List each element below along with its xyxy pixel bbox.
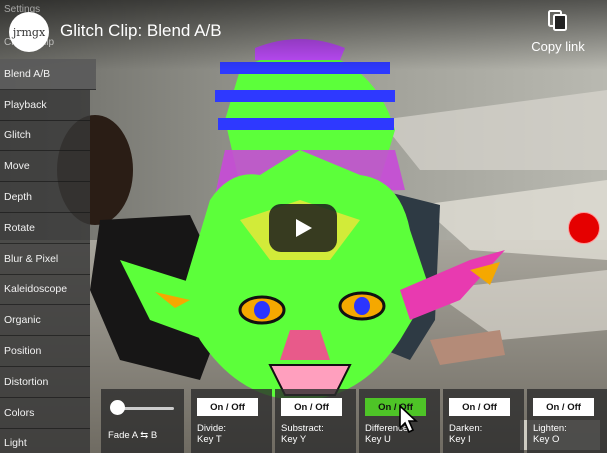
menu-item-blur-pixel[interactable]: Blur & Pixel bbox=[0, 243, 90, 275]
menu-item-playback[interactable]: Playback bbox=[0, 89, 90, 121]
menu-item-distortion[interactable]: Distortion bbox=[0, 366, 90, 398]
blend-mode-divide: On / Off Divide: Key T bbox=[191, 389, 272, 453]
menu-item-label: Colors bbox=[4, 406, 35, 419]
menu-item-label: Light bbox=[4, 437, 27, 450]
blend-name: Divide: bbox=[197, 423, 227, 434]
menu-item-depth[interactable]: Depth bbox=[0, 182, 90, 213]
menu-item-label: Depth bbox=[4, 191, 33, 204]
menu-item-light[interactable]: Light bbox=[0, 428, 90, 453]
copy-link-button[interactable]: Copy link bbox=[520, 10, 596, 56]
blend-toggle-button[interactable]: On / Off bbox=[197, 398, 258, 416]
menu-header: Create Clip bbox=[4, 37, 55, 48]
copy-link-label: Copy link bbox=[531, 39, 585, 54]
menu-item-label: Glitch bbox=[4, 129, 31, 142]
blend-label: Darken: Key I bbox=[449, 423, 482, 445]
menu-item-organic[interactable]: Organic bbox=[0, 305, 90, 337]
menu-item-glitch[interactable]: Glitch bbox=[0, 120, 90, 152]
blend-label: Divide: Key T bbox=[197, 423, 226, 445]
blend-mode-substract: On / Off Substract: Key Y bbox=[275, 389, 356, 453]
blend-name: Lighten: bbox=[533, 423, 567, 434]
blend-toggle-button[interactable]: On / Off bbox=[281, 398, 342, 416]
menu-item-label: Distortion bbox=[4, 375, 49, 388]
menu-item-label: Kaleidoscope bbox=[4, 283, 68, 296]
video-title[interactable]: Glitch Clip: Blend A/B bbox=[60, 21, 222, 41]
blend-label: Lighten: Key O bbox=[533, 423, 567, 445]
menu-item-kaleidoscope[interactable]: Kaleidoscope bbox=[0, 274, 90, 306]
menu-item-label: Blur & Pixel bbox=[4, 252, 59, 265]
blend-key: Key Y bbox=[281, 434, 307, 445]
blend-mode-lighten: On / Off Lighten: Key O bbox=[527, 389, 607, 453]
blend-key: Key U bbox=[365, 434, 391, 445]
menu-item-label: Blend A/B bbox=[4, 67, 51, 80]
blend-toggle-button[interactable]: On / Off bbox=[533, 398, 594, 416]
menu-item-position[interactable]: Position bbox=[0, 336, 90, 367]
blend-name: Darken: bbox=[449, 423, 483, 434]
copy-icon bbox=[548, 10, 567, 31]
settings-menu: Blend A/B Playback Glitch Move Depth Rotate Bl… bbox=[0, 59, 96, 453]
menu-item-rotate[interactable]: Rotate bbox=[0, 212, 90, 244]
record-button[interactable] bbox=[568, 212, 600, 244]
menu-item-move[interactable]: Move bbox=[0, 151, 90, 183]
menu-item-blend-a-b[interactable]: Blend A/B bbox=[0, 59, 96, 90]
menu-item-label: Position bbox=[4, 345, 42, 358]
cursor-arrow-icon bbox=[399, 404, 419, 434]
fade-slider-thumb[interactable] bbox=[110, 400, 125, 415]
menu-item-label: Organic bbox=[4, 314, 41, 327]
blend-controls: Fade A ⇆ B On / Off Divide: Key T On / Off S… bbox=[101, 389, 607, 453]
blend-key: Key O bbox=[533, 434, 560, 445]
fade-control: Fade A ⇆ B bbox=[101, 389, 184, 453]
video-player[interactable]: Settings jrmgx Glitch Clip: Blend A/B Co… bbox=[0, 0, 607, 453]
play-button[interactable] bbox=[269, 204, 337, 252]
blend-key: Key I bbox=[449, 434, 471, 445]
menu-item-label: Move bbox=[4, 160, 30, 173]
blend-toggle-button[interactable]: On / Off bbox=[449, 398, 510, 416]
play-icon bbox=[296, 219, 312, 237]
menu-item-label: Rotate bbox=[4, 221, 35, 234]
fade-label: Fade A ⇆ B bbox=[108, 430, 158, 441]
blend-name: Substract: bbox=[281, 423, 324, 434]
menu-item-label: Playback bbox=[4, 98, 47, 111]
blend-mode-darken: On / Off Darken: Key I bbox=[443, 389, 524, 453]
blend-label: Substract: Key Y bbox=[281, 423, 324, 445]
menu-item-colors[interactable]: Colors bbox=[0, 397, 90, 429]
blend-key: Key T bbox=[197, 434, 222, 445]
